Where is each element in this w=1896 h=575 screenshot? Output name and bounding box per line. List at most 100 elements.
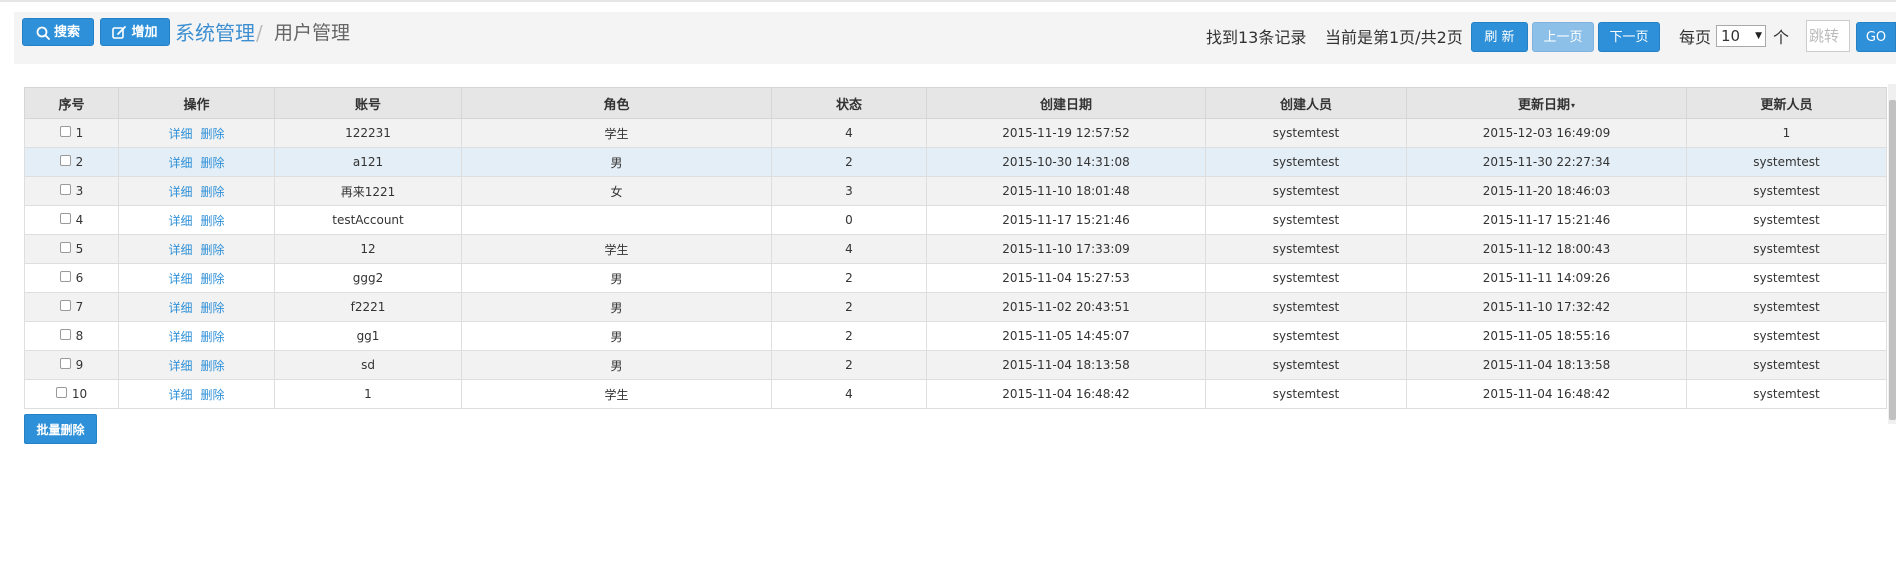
- detail-link[interactable]: 详细: [168, 388, 192, 402]
- table-row[interactable]: 8 详细 删除 gg1 男 2 2015-11-05 14:45:07 systemtest 2…: [24, 321, 1887, 351]
- table-row[interactable]: 6 详细 删除 ggg2 男 2 2015-11-04 15:27:53 systemtest…: [24, 263, 1887, 293]
- go-button[interactable]: GO: [1856, 22, 1896, 52]
- row-checkbox[interactable]: [59, 155, 71, 166]
- creator-cell: systemtest: [1205, 321, 1407, 351]
- delete-link[interactable]: 删除: [201, 243, 225, 257]
- role-cell: 男: [461, 321, 772, 351]
- status-cell: 2: [771, 321, 927, 351]
- delete-link[interactable]: 删除: [201, 388, 225, 402]
- prev-page-button[interactable]: 上一页: [1532, 22, 1594, 52]
- row-checkbox[interactable]: [59, 271, 71, 282]
- delete-link[interactable]: 删除: [201, 272, 225, 286]
- row-actions-cell: 详细 删除: [118, 379, 275, 409]
- account-cell: 122231: [274, 118, 462, 148]
- row-number-cell: 8: [24, 321, 119, 351]
- table-row[interactable]: 2 详细 删除 a121 男 2 2015-10-30 14:31:08 systemtest…: [24, 147, 1887, 177]
- dropdown-arrow-icon: ▼: [1755, 31, 1762, 41]
- detail-link[interactable]: 详细: [168, 243, 192, 257]
- creator-cell: systemtest: [1205, 176, 1407, 206]
- page-indicator: 当前是第1页/共2页: [1325, 28, 1463, 47]
- role-cell: 学生: [461, 234, 772, 264]
- detail-link[interactable]: 详细: [168, 156, 192, 170]
- role-cell: 男: [461, 292, 772, 322]
- page-jump-input[interactable]: 跳转: [1806, 20, 1850, 52]
- status-cell: 2: [771, 147, 927, 177]
- per-page-select[interactable]: 10 ▼: [1716, 25, 1766, 47]
- row-actions-cell: 详细 删除: [118, 234, 275, 264]
- delete-link[interactable]: 删除: [201, 301, 225, 315]
- role-cell: 男: [461, 263, 772, 293]
- header-created-date[interactable]: 创建日期: [926, 87, 1206, 119]
- created-date-cell: 2015-10-30 14:31:08: [926, 147, 1206, 177]
- row-number: 7: [75, 300, 84, 314]
- add-button[interactable]: 增加: [100, 18, 170, 46]
- next-page-button[interactable]: 下一页: [1598, 22, 1660, 52]
- row-number-cell: 1: [24, 118, 119, 148]
- row-checkbox[interactable]: [59, 329, 71, 340]
- table-row[interactable]: 1 详细 删除 122231 学生 4 2015-11-19 12:57:52 systemt…: [24, 118, 1887, 148]
- updater-cell: systemtest: [1686, 234, 1887, 264]
- updated-date-cell: 2015-11-11 14:09:26: [1406, 263, 1687, 293]
- record-count: 找到13条记录: [1206, 28, 1307, 47]
- table-row[interactable]: 10 详细 删除 1 学生 4 2015-11-04 16:48:42 systemtest 2…: [24, 379, 1887, 409]
- sort-down-icon: ▾: [1571, 100, 1576, 110]
- delete-link[interactable]: 删除: [201, 127, 225, 141]
- creator-cell: systemtest: [1205, 147, 1407, 177]
- row-actions-cell: 详细 删除: [118, 292, 275, 322]
- delete-link[interactable]: 删除: [201, 214, 225, 228]
- search-button[interactable]: 搜索: [22, 18, 94, 46]
- updated-date-cell: 2015-11-30 22:27:34: [1406, 147, 1687, 177]
- row-checkbox[interactable]: [59, 184, 71, 195]
- row-checkbox[interactable]: [59, 242, 71, 253]
- detail-link[interactable]: 详细: [168, 214, 192, 228]
- row-checkbox[interactable]: [59, 358, 71, 369]
- row-actions-cell: 详细 删除: [118, 176, 275, 206]
- row-checkbox[interactable]: [59, 126, 71, 137]
- row-checkbox[interactable]: [59, 213, 71, 224]
- table-row[interactable]: 5 详细 删除 12 学生 4 2015-11-10 17:33:09 systemtest 2…: [24, 234, 1887, 264]
- row-number: 4: [75, 213, 84, 227]
- table-row[interactable]: 4 详细 删除 testAccount 0 2015-11-17 15:21:46 syst…: [24, 205, 1887, 235]
- detail-link[interactable]: 详细: [168, 330, 192, 344]
- header-status: 状态: [771, 87, 927, 119]
- delete-link[interactable]: 删除: [201, 330, 225, 344]
- header-updated-date[interactable]: 更新日期▾: [1406, 87, 1687, 119]
- table-row[interactable]: 3 详细 删除 再来1221 女 3 2015-11-10 18:01:48 systemte…: [24, 176, 1887, 206]
- delete-link[interactable]: 删除: [201, 156, 225, 170]
- created-date-cell: 2015-11-04 16:48:42: [926, 379, 1206, 409]
- breadcrumb-separator: /: [256, 21, 263, 45]
- account-cell: sd: [274, 350, 462, 380]
- updater-cell: systemtest: [1686, 292, 1887, 322]
- created-date-cell: 2015-11-19 12:57:52: [926, 118, 1206, 148]
- breadcrumb-parent-link[interactable]: 系统管理: [175, 20, 255, 46]
- account-cell: ggg2: [274, 263, 462, 293]
- table-row[interactable]: 7 详细 删除 f2221 男 2 2015-11-02 20:43:51 systemtes…: [24, 292, 1887, 322]
- detail-link[interactable]: 详细: [168, 359, 192, 373]
- account-cell: a121: [274, 147, 462, 177]
- detail-link[interactable]: 详细: [168, 301, 192, 315]
- batch-delete-button[interactable]: 批量删除: [24, 414, 97, 444]
- delete-link[interactable]: 删除: [201, 359, 225, 373]
- status-cell: 3: [771, 176, 927, 206]
- created-date-cell: 2015-11-05 14:45:07: [926, 321, 1206, 351]
- detail-link[interactable]: 详细: [168, 127, 192, 141]
- detail-link[interactable]: 详细: [168, 185, 192, 199]
- account-cell: 再来1221: [274, 176, 462, 206]
- edit-icon: [112, 26, 127, 39]
- top-divider: [0, 0, 1896, 2]
- account-cell: 12: [274, 234, 462, 264]
- row-checkbox[interactable]: [55, 387, 67, 398]
- table-row[interactable]: 9 详细 删除 sd 男 2 2015-11-04 18:13:58 systemtest 20…: [24, 350, 1887, 380]
- updated-date-cell: 2015-11-04 16:48:42: [1406, 379, 1687, 409]
- row-checkbox[interactable]: [59, 300, 71, 311]
- vertical-scrollbar-thumb[interactable]: [1889, 100, 1896, 420]
- creator-cell: systemtest: [1205, 350, 1407, 380]
- account-cell: f2221: [274, 292, 462, 322]
- status-cell: 2: [771, 350, 927, 380]
- user-table: 序号 操作 账号 角色 状态 创建日期 创建人员 更新日期▾ 更新人员 1 详细删…: [24, 87, 1887, 409]
- refresh-button[interactable]: 刷 新: [1471, 22, 1528, 52]
- delete-link[interactable]: 删除: [201, 185, 225, 199]
- header-creator: 创建人员: [1205, 87, 1407, 119]
- detail-link[interactable]: 详细: [168, 272, 192, 286]
- row-actions-cell: 详细 删除: [118, 263, 275, 293]
